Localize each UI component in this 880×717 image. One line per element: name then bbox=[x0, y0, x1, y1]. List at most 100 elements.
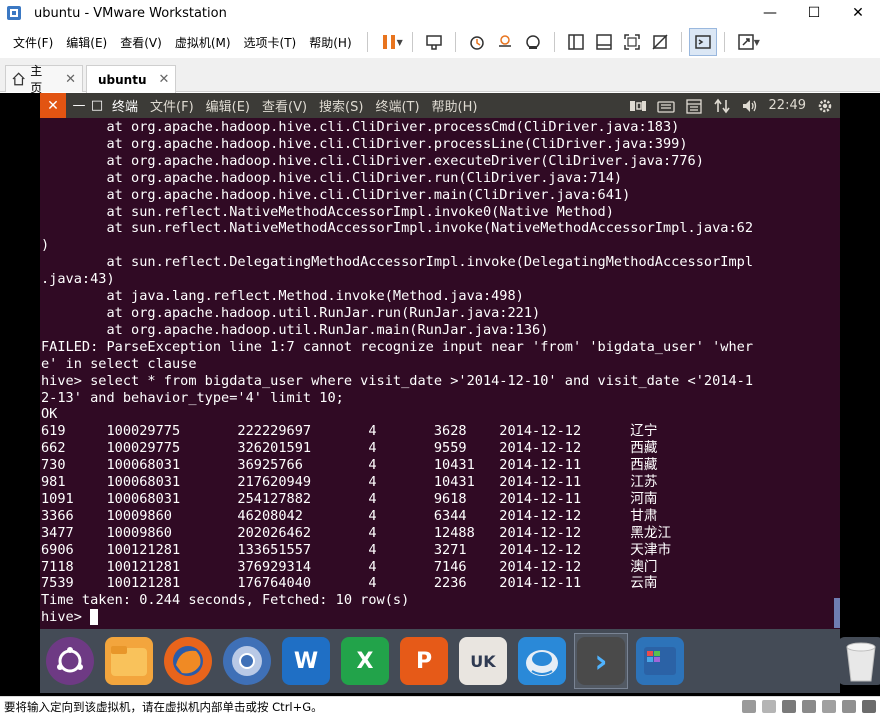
terminal-maximize-button[interactable]: □ bbox=[88, 98, 106, 113]
terminal-line: at sun.reflect.NativeMethodAccessorImpl.… bbox=[106, 220, 754, 237]
vmware-tab-bar: 主页 ✕ ubuntu ✕ bbox=[0, 58, 880, 95]
snapshot-manager-icon[interactable] bbox=[519, 28, 547, 56]
terminal-line: 619 100029775 222229697 4 3628 2014-12-1… bbox=[41, 423, 658, 440]
terminal-icon[interactable]: › bbox=[577, 637, 625, 685]
menu-edit[interactable]: 编辑(E) bbox=[61, 26, 112, 58]
send-ctrl-alt-del-icon[interactable] bbox=[420, 28, 448, 56]
calendar-icon[interactable] bbox=[685, 98, 703, 114]
usb-icon[interactable] bbox=[802, 700, 816, 713]
stretch-dropdown-icon[interactable]: ▼ bbox=[754, 38, 760, 47]
hdd-icon[interactable] bbox=[742, 700, 756, 713]
revert-snapshot-icon[interactable] bbox=[491, 28, 519, 56]
app-name: 终端 bbox=[112, 100, 139, 115]
terminal-line: at org.apache.hadoop.hive.cli.CliDriver.… bbox=[106, 186, 631, 203]
firefox-icon[interactable] bbox=[164, 637, 212, 685]
toolbar-separator bbox=[553, 32, 555, 52]
tab-home[interactable]: 主页 ✕ bbox=[5, 64, 83, 95]
trash-icon[interactable] bbox=[837, 637, 880, 685]
terminal-line: at org.apache.hadoop.hive.cli.CliDriver.… bbox=[106, 169, 623, 186]
show-library-icon[interactable] bbox=[562, 28, 590, 56]
vmware-title-bar: ubuntu - VMware Workstation — ☐ ✕ bbox=[0, 0, 880, 26]
window-title: ubuntu - VMware Workstation bbox=[34, 5, 227, 21]
clock[interactable]: 22:49 bbox=[769, 98, 806, 113]
window-controls: — ☐ ✕ bbox=[748, 0, 880, 26]
workspace-icon[interactable] bbox=[636, 637, 684, 685]
terminal-line: at org.apache.hadoop.hive.cli.CliDriver.… bbox=[106, 152, 704, 169]
terminal-line: at org.apache.hadoop.util.RunJar.main(Ru… bbox=[106, 321, 549, 338]
chromium-icon[interactable] bbox=[223, 637, 271, 685]
terminal-menu-terminal[interactable]: 终端(T) bbox=[369, 96, 425, 115]
message-icon[interactable] bbox=[862, 700, 876, 713]
thumbnail-bar-icon[interactable] bbox=[590, 28, 618, 56]
software-center-icon[interactable]: UK bbox=[459, 637, 507, 685]
terminal-line: at sun.reflect.NativeMethodAccessorImpl.… bbox=[106, 203, 614, 220]
vmware-status-bar: 要将输入定向到该虚拟机，请在虚拟机内部单击或按 Ctrl+G。 bbox=[0, 696, 880, 717]
maximize-button[interactable]: ☐ bbox=[792, 0, 836, 26]
terminal-line: ) bbox=[41, 237, 50, 254]
menu-help[interactable]: 帮助(H) bbox=[304, 26, 356, 58]
toolbar-separator bbox=[454, 32, 456, 52]
pause-dropdown-icon[interactable]: ▼ bbox=[397, 38, 403, 47]
terminal-menu-file[interactable]: 文件(F) bbox=[144, 96, 200, 115]
printer-icon[interactable] bbox=[842, 700, 856, 713]
menu-file[interactable]: 文件(F) bbox=[8, 26, 58, 58]
cdrom-icon[interactable] bbox=[762, 700, 776, 713]
terminal-line: at java.lang.reflect.Method.invoke(Metho… bbox=[106, 288, 524, 305]
terminal-close-button[interactable]: ✕ bbox=[40, 93, 66, 118]
console-view-icon[interactable] bbox=[688, 28, 717, 56]
toolbar-separator bbox=[723, 32, 725, 52]
terminal-line: at org.apache.hadoop.hive.cli.CliDriver.… bbox=[106, 135, 688, 152]
terminal-output: at org.apache.hadoop.hive.cli.CliDriver.… bbox=[40, 118, 840, 626]
keyboard-icon[interactable] bbox=[656, 98, 675, 114]
network-icon[interactable] bbox=[713, 98, 731, 114]
ubuntu-launcher: W X P UK › bbox=[40, 629, 880, 693]
toolbar-separator bbox=[680, 32, 682, 52]
tab-ubuntu[interactable]: ubuntu ✕ bbox=[86, 65, 176, 93]
status-message: 要将输入定向到该虚拟机，请在虚拟机内部单击或按 Ctrl+G。 bbox=[4, 700, 323, 714]
terminal-line: Time taken: 0.244 seconds, Fetched: 10 r… bbox=[41, 592, 410, 609]
terminal-line: 7118 100121281 376929314 4 7146 2014-12-… bbox=[41, 558, 658, 575]
close-icon[interactable]: ✕ bbox=[65, 72, 76, 87]
close-button[interactable]: ✕ bbox=[836, 0, 880, 26]
terminal-window[interactable]: at org.apache.hadoop.hive.cli.CliDriver.… bbox=[40, 118, 840, 629]
toolbar-separator bbox=[411, 32, 413, 52]
gear-icon[interactable] bbox=[816, 98, 834, 114]
device-status-icons bbox=[742, 700, 876, 713]
terminal-scrollbar[interactable] bbox=[834, 598, 840, 628]
terminal-menu-edit[interactable]: 编辑(E) bbox=[200, 96, 256, 115]
terminal-line: at sun.reflect.DelegatingMethodAccessorI… bbox=[106, 254, 754, 271]
writer-icon[interactable]: W bbox=[282, 637, 330, 685]
terminal-line: at org.apache.hadoop.hive.cli.CliDriver.… bbox=[106, 119, 680, 135]
terminal-menu-search[interactable]: 搜索(S) bbox=[313, 96, 369, 115]
tab-label: 主页 bbox=[30, 64, 43, 95]
terminal-line: 6906 100121281 133651557 4 3271 2014-12-… bbox=[41, 541, 672, 558]
indicator-area: 22:49 bbox=[629, 93, 834, 118]
sound-icon[interactable] bbox=[822, 700, 836, 713]
menu-vm[interactable]: 虚拟机(M) bbox=[170, 26, 236, 58]
volume-icon[interactable] bbox=[741, 98, 759, 114]
vmware-menubar: 文件(F) 编辑(E) 查看(V) 虚拟机(M) 选项卡(T) 帮助(H) ▼ … bbox=[0, 26, 880, 58]
input-method-icon[interactable] bbox=[629, 98, 647, 114]
full-screen-icon[interactable] bbox=[618, 28, 646, 56]
menu-view[interactable]: 查看(V) bbox=[115, 26, 167, 58]
terminal-line: 2-13' and behavior_type='4' limit 10; bbox=[41, 389, 344, 406]
terminal-line: OK bbox=[41, 406, 58, 423]
network-adapter-icon[interactable] bbox=[782, 700, 796, 713]
snapshot-icon[interactable] bbox=[463, 28, 491, 56]
terminal-line: .java:43) bbox=[41, 271, 115, 288]
terminal-menu-view[interactable]: 查看(V) bbox=[256, 96, 313, 115]
ubuntu-amazon-icon[interactable] bbox=[518, 637, 566, 685]
terminal-line: 3477 10009860 202026462 4 12488 2014-12-… bbox=[41, 524, 672, 541]
minimize-button[interactable]: — bbox=[748, 0, 792, 26]
unity-mode-icon[interactable] bbox=[646, 28, 674, 56]
terminal-minimize-button[interactable]: — bbox=[70, 98, 88, 113]
close-icon[interactable]: ✕ bbox=[159, 72, 170, 87]
terminal-line: hive> select * from bigdata_user where v… bbox=[41, 372, 754, 389]
files-icon[interactable] bbox=[105, 637, 153, 685]
impress-icon[interactable]: P bbox=[400, 637, 448, 685]
menu-tabs[interactable]: 选项卡(T) bbox=[239, 26, 302, 58]
guest-display[interactable]: ✕ — □ 终端 文件(F) 编辑(E) 查看(V) 搜索(S) 终端(T) 帮… bbox=[0, 93, 880, 696]
terminal-menu-help[interactable]: 帮助(H) bbox=[426, 96, 484, 115]
ubuntu-dash-icon[interactable] bbox=[46, 637, 94, 685]
calc-icon[interactable]: X bbox=[341, 637, 389, 685]
